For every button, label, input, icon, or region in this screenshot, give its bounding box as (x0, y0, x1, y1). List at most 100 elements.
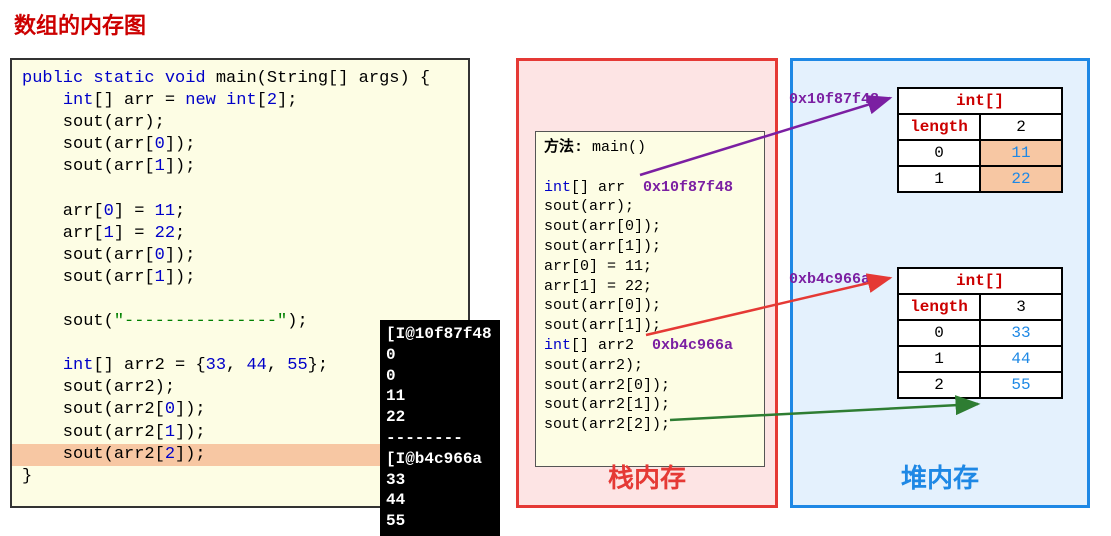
code-text: ]); (165, 268, 196, 287)
code-num: 1 (104, 224, 114, 243)
stack-line: sout(arr[0]); (544, 297, 661, 314)
code-num: 33 (206, 356, 226, 375)
page-title: 数组的内存图 (14, 8, 146, 40)
code-num: 1 (155, 268, 165, 287)
arr-idx: 2 (898, 372, 980, 398)
arr-idx: 0 (898, 320, 980, 346)
code-text: sout(arr2[ (22, 445, 165, 464)
console-line: [I@10f87f48 (386, 325, 492, 343)
arr-val: 44 (980, 346, 1062, 372)
code-text: [ (257, 91, 267, 110)
code-text: ]); (165, 157, 196, 176)
arr-val: 33 (980, 320, 1062, 346)
console-output: [I@10f87f48 0 0 11 22 -------- [I@b4c966… (380, 320, 500, 536)
stack-line: sout(arr); (544, 198, 634, 215)
console-line: 0 (386, 346, 396, 364)
code-text: ; (175, 202, 185, 221)
code-kw: new int (185, 91, 256, 110)
heap-addr-2: 0xb4c966a (789, 271, 870, 288)
arr-val: 55 (980, 372, 1062, 398)
code-text: }; (308, 356, 328, 375)
arr-idx: 0 (898, 140, 980, 166)
code-text: , (226, 356, 246, 375)
code-text (22, 356, 63, 375)
code-text: [] arr2 = { (93, 356, 205, 375)
code-num: 0 (155, 246, 165, 265)
method-name: main() (583, 139, 646, 156)
code-text: sout(arr); (22, 113, 165, 132)
code-text: ] = (114, 202, 155, 221)
heap-label: 堆内存 (793, 458, 1087, 495)
stack-line: sout(arr2[2]); (544, 416, 670, 433)
code-text: ] = (114, 224, 155, 243)
code-text: sout(arr[ (22, 157, 155, 176)
code-text: sout( (22, 312, 114, 331)
stack-label: 栈内存 (519, 458, 775, 495)
code-text: ]; (277, 91, 297, 110)
code-text: ]); (165, 135, 196, 154)
code-text: arr[ (22, 224, 104, 243)
arr-idx: 1 (898, 346, 980, 372)
code-text: sout(arr2[ (22, 423, 165, 442)
console-line: 44 (386, 491, 405, 509)
method-label: 方法: (544, 139, 583, 156)
code-num: 2 (267, 91, 277, 110)
length-val: 3 (980, 294, 1062, 320)
stack-frame: 方法: main() int[] arr 0x10f87f48 sout(arr… (535, 131, 765, 467)
code-text: sout(arr[ (22, 135, 155, 154)
heap-addr-1: 0x10f87f48 (789, 91, 879, 108)
console-line: 22 (386, 408, 405, 426)
arr-val: 11 (980, 140, 1062, 166)
code-text: , (267, 356, 287, 375)
code-kw: public static void (22, 69, 206, 88)
code-text: } (22, 467, 32, 486)
code-text: sout(arr2); (22, 378, 175, 397)
stack-line: arr[0] = 11; (544, 258, 652, 275)
console-line: 55 (386, 512, 405, 530)
arr-idx: 1 (898, 166, 980, 192)
console-line: -------- (386, 429, 463, 447)
code-num: 55 (287, 356, 307, 375)
stack-addr-arr: 0x10f87f48 (643, 179, 733, 196)
code-text: ]); (175, 423, 206, 442)
stack-addr-arr2: 0xb4c966a (652, 337, 733, 354)
code-kw: int (63, 356, 94, 375)
console-line: 33 (386, 471, 405, 489)
code-text: sout(arr[ (22, 246, 155, 265)
code-num: 2 (165, 445, 175, 464)
arr-type: int[] (898, 88, 1062, 114)
heap-array-1: int[] length2 011 122 (897, 87, 1063, 193)
code-str: "---------------" (114, 312, 287, 331)
stack-line: sout(arr2); (544, 357, 643, 374)
code-text (22, 91, 63, 110)
stack-line: sout(arr[1]); (544, 238, 661, 255)
stack-line: arr[1] = 22; (544, 278, 652, 295)
code-num: 0 (165, 400, 175, 419)
stack-memory-panel: 方法: main() int[] arr 0x10f87f48 sout(arr… (516, 58, 778, 508)
code-text: ); (287, 312, 307, 331)
stack-line: sout(arr[1]); (544, 317, 661, 334)
code-kw: int (63, 91, 94, 110)
stack-line: sout(arr[0]); (544, 218, 661, 235)
code-text: [] arr = (93, 91, 185, 110)
code-num: 22 (155, 224, 175, 243)
arr-val: 22 (980, 166, 1062, 192)
code-text: sout(arr[ (22, 268, 155, 287)
code-text: arr[ (22, 202, 104, 221)
code-text: ]); (175, 445, 206, 464)
code-text: ]); (175, 400, 206, 419)
console-line: 0 (386, 367, 396, 385)
code-text: sout(arr2[ (22, 400, 165, 419)
code-text: ; (175, 224, 185, 243)
heap-memory-panel: 0x10f87f48 int[] length2 011 122 0xb4c96… (790, 58, 1090, 508)
console-line: [I@b4c966a (386, 450, 482, 468)
code-text: ]); (165, 246, 196, 265)
stack-line: sout(arr2[0]); (544, 377, 670, 394)
code-num: 11 (155, 202, 175, 221)
code-num: 1 (155, 157, 165, 176)
length-label: length (898, 294, 980, 320)
stack-line: sout(arr2[1]); (544, 396, 670, 413)
length-label: length (898, 114, 980, 140)
code-num: 0 (155, 135, 165, 154)
console-line: 11 (386, 387, 405, 405)
